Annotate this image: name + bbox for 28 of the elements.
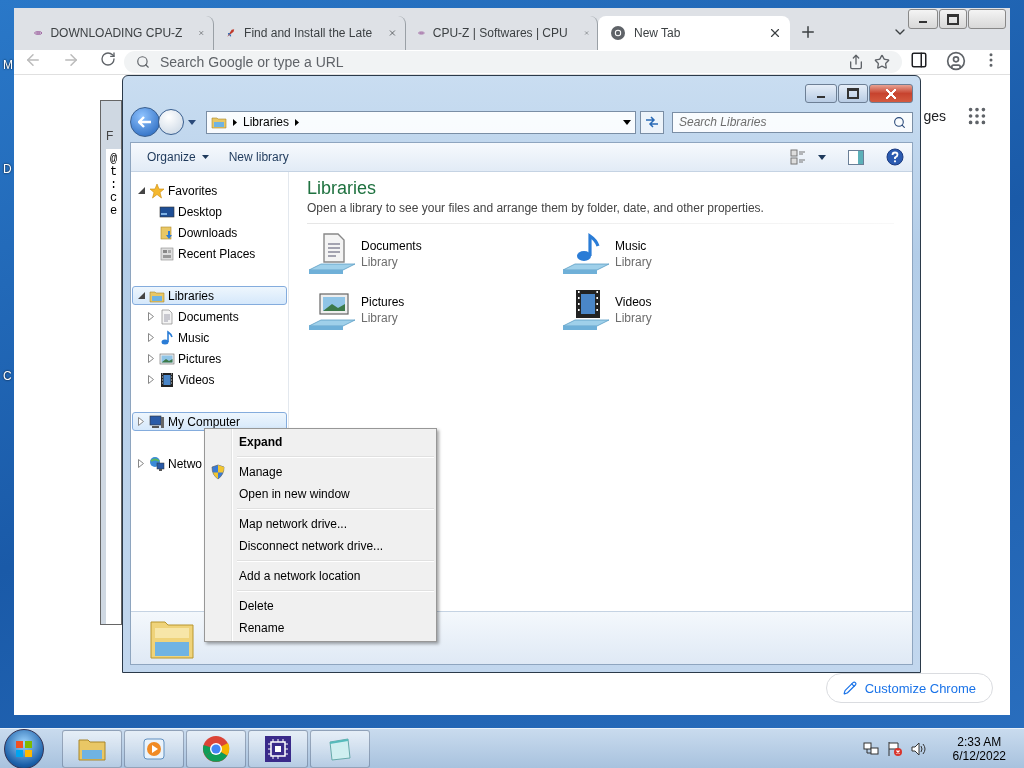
clock-time: 2:33 AM	[957, 734, 1002, 749]
nav-label: Music	[178, 330, 210, 345]
text-line: c	[110, 192, 119, 205]
library-type: Library	[361, 311, 399, 325]
nav-label: Pictures	[178, 351, 222, 366]
description-text: Open a library to see your files and arrange them by folder, date, and other properties.	[307, 201, 765, 215]
nav-label: Libraries	[168, 288, 215, 303]
tab-title: New Tab	[634, 26, 681, 40]
page-heading: Libraries	[307, 178, 378, 199]
tab-title: DOWNLOADING CPU-Z	[50, 26, 183, 40]
nav-label: Videos	[178, 372, 215, 387]
text-line: @	[110, 153, 119, 166]
nav-label: Downloads	[178, 225, 238, 240]
text-line: t	[110, 166, 119, 179]
clock-date: 6/12/2022	[952, 748, 1006, 763]
library-type: Library	[615, 311, 652, 325]
library-type: Library	[615, 255, 652, 269]
tab-title: CPU-Z | Softwares | CPU	[432, 26, 568, 40]
text-line: e	[110, 205, 119, 218]
text-line: :	[110, 179, 119, 192]
nav-label: Recent Places	[178, 246, 256, 261]
nav-label: Desktop	[178, 204, 223, 219]
library-type: Library	[361, 255, 399, 269]
nav-label: Documents	[178, 309, 239, 324]
nav-label: My Computer	[168, 414, 241, 429]
nav-label: Netwo	[168, 456, 202, 471]
tab-title: Find and Install the Late	[244, 26, 373, 40]
nav-label: Favorites	[168, 183, 218, 198]
